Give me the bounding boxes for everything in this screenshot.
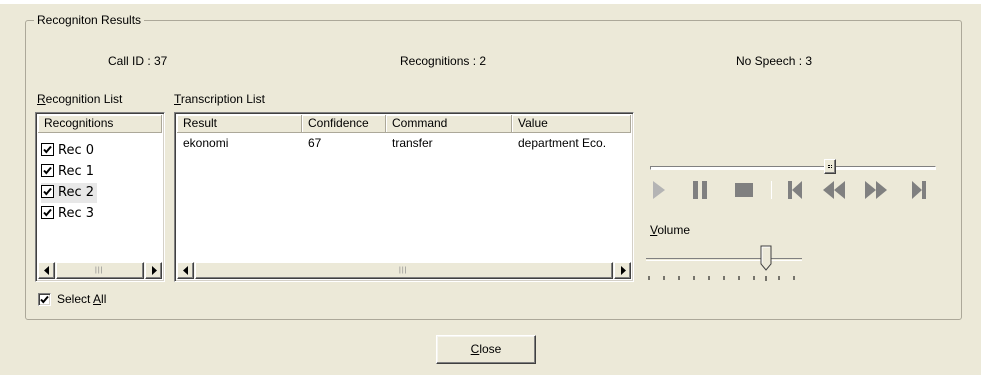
skip-start-icon[interactable]: [787, 180, 803, 200]
volume-label: Volume: [650, 223, 691, 237]
call-id-label: Call ID : 37: [108, 54, 168, 68]
grip-icon: |||: [95, 267, 104, 274]
fast-forward-icon[interactable]: [864, 180, 888, 200]
transcription-list[interactable]: Result Confidence Command Value ekonomi …: [174, 112, 634, 282]
select-all-checkbox[interactable]: [38, 293, 51, 306]
transcription-list-hscrollbar[interactable]: |||: [177, 262, 631, 279]
recognition-checkbox[interactable]: [41, 185, 54, 198]
column-header-result[interactable]: Result: [177, 115, 302, 133]
checkmark-icon: [40, 295, 49, 304]
arrow-right-icon: [152, 266, 157, 275]
playback-position-thumb[interactable]: [824, 159, 836, 174]
scroll-left-button[interactable]: [38, 262, 55, 279]
column-header-value[interactable]: Value: [512, 115, 631, 133]
arrow-left-icon: [183, 266, 188, 275]
pause-icon[interactable]: [692, 180, 708, 200]
rewind-icon[interactable]: [822, 180, 846, 200]
stop-icon[interactable]: [734, 180, 754, 200]
transcription-list-label: Transcription List: [174, 92, 265, 106]
recognition-list[interactable]: Recognitions Rec 0 Rec 1 Rec 2 Rec 3 |||: [35, 112, 165, 282]
select-all-label[interactable]: Select All: [57, 292, 106, 306]
recognition-checkbox[interactable]: [41, 206, 54, 219]
recognition-item[interactable]: Rec 0: [41, 141, 97, 161]
group-title: Recogniton Results: [34, 12, 145, 28]
playback-position-track[interactable]: [650, 166, 936, 170]
no-speech-label: No Speech : 3: [736, 54, 813, 68]
recognition-checkbox[interactable]: [41, 164, 54, 177]
cell-value[interactable]: department Eco.: [518, 135, 630, 151]
arrow-right-icon: [621, 266, 626, 275]
cell-confidence[interactable]: 67: [308, 135, 384, 151]
recognition-checkbox[interactable]: [41, 143, 54, 156]
recognition-item[interactable]: Rec 2: [41, 183, 97, 203]
recognition-list-label: Recognition List: [37, 92, 123, 106]
recognition-item-label: Rec 2: [58, 185, 94, 200]
scroll-right-button[interactable]: [614, 262, 631, 279]
recognition-item[interactable]: Rec 1: [41, 162, 97, 182]
play-icon[interactable]: [652, 180, 666, 200]
recognition-item-label: Rec 0: [58, 143, 94, 158]
column-header-command[interactable]: Command: [386, 115, 512, 133]
skip-end-icon[interactable]: [911, 180, 927, 200]
scroll-right-button[interactable]: [145, 262, 162, 279]
column-header-confidence[interactable]: Confidence: [302, 115, 386, 133]
close-button[interactable]: Close: [436, 335, 536, 364]
control-separator: [771, 181, 772, 199]
cell-command[interactable]: transfer: [392, 135, 510, 151]
recognitions-column-header[interactable]: Recognitions: [38, 115, 162, 133]
cell-result[interactable]: ekonomi: [183, 135, 301, 151]
scroll-left-button[interactable]: [177, 262, 194, 279]
recognition-item-label: Rec 3: [58, 206, 94, 221]
recognition-list-hscrollbar[interactable]: |||: [38, 262, 162, 279]
recognition-results-dialog: Recogniton Results Call ID : 37 Recognit…: [0, 0, 981, 375]
volume-track[interactable]: [646, 258, 802, 261]
scroll-thumb[interactable]: |||: [56, 262, 144, 279]
scroll-thumb[interactable]: |||: [195, 262, 613, 279]
volume-ticks: [648, 276, 795, 281]
volume-thumb[interactable]: [760, 245, 772, 271]
recognitions-count-label: Recognitions : 2: [400, 54, 487, 68]
grip-icon: |||: [399, 267, 408, 274]
recognition-item[interactable]: Rec 3: [41, 204, 97, 224]
arrow-left-icon: [44, 266, 49, 275]
recognition-item-label: Rec 1: [58, 164, 94, 179]
